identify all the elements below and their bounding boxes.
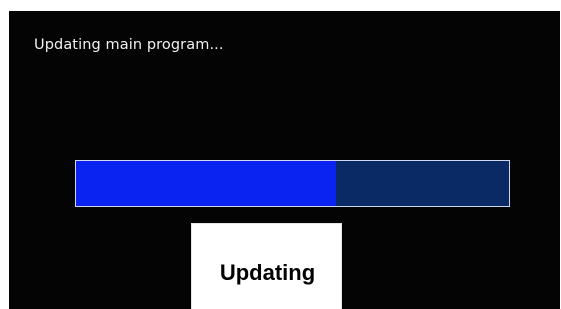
status-message: Updating main program... xyxy=(34,37,224,53)
progress-bar-track xyxy=(75,160,510,207)
caption-box: Updating xyxy=(191,223,342,309)
caption-label: Updating xyxy=(219,260,316,285)
progress-bar-fill xyxy=(76,161,336,206)
frame: Updating main program... Updating xyxy=(0,0,561,309)
